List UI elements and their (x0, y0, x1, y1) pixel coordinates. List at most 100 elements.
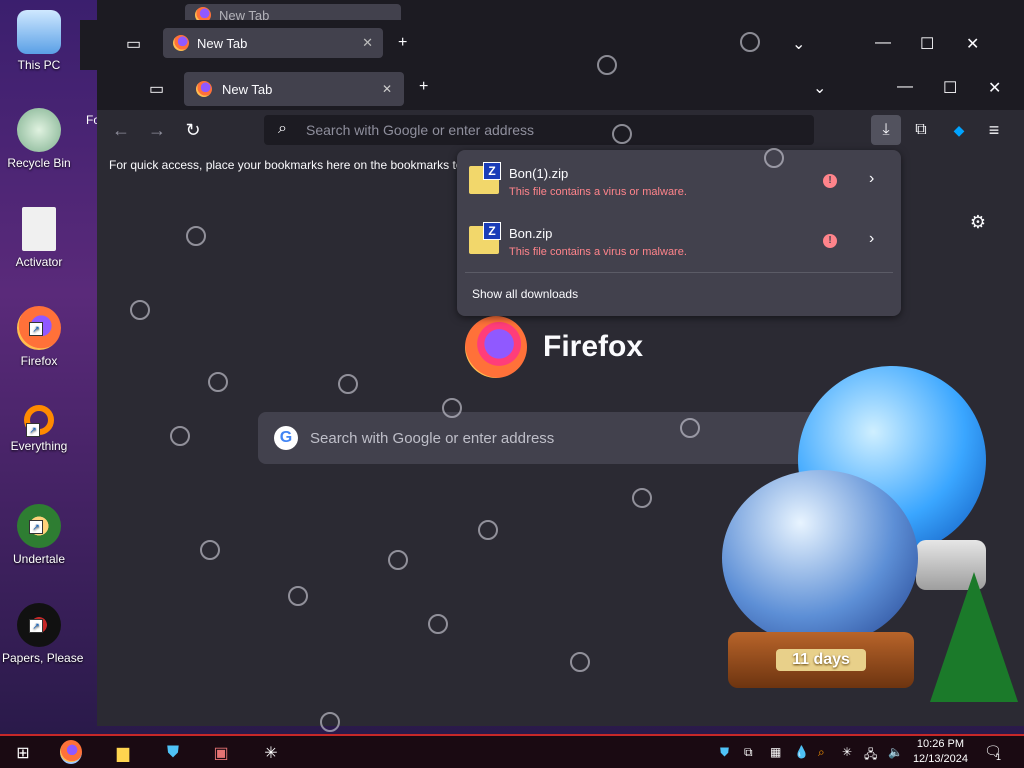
snowflake-icon (570, 652, 590, 672)
downloads-button[interactable]: ⤓ (871, 115, 901, 145)
snowflake-icon (428, 614, 448, 634)
notification-count: 1 (996, 752, 1002, 762)
magnifier-icon: ↗ (24, 405, 54, 437)
forward-button[interactable]: → (145, 118, 169, 142)
download-status: This file contains a virus or malware. (509, 246, 687, 258)
background-window-mid: ▭ New Tab ✕ + ⌄ — ☐ ✕ (80, 20, 1024, 70)
bookmarks-hint: For quick access, place your bookmarks h… (109, 158, 463, 172)
snowflake-icon (478, 520, 498, 540)
new-tab-icon[interactable]: + (398, 34, 407, 52)
maximize-icon[interactable]: ☐ (920, 34, 934, 54)
tray-search-icon[interactable]: ⌕ (818, 745, 825, 760)
chevron-right-icon[interactable]: › (869, 230, 874, 248)
app-icon[interactable]: ▣ (208, 740, 234, 766)
windows-start-icon[interactable]: ⊞ (10, 740, 36, 766)
download-status: This file contains a virus or malware. (509, 186, 687, 198)
snowflake-icon (130, 300, 150, 320)
sparkle-icon[interactable]: ✳ (258, 740, 284, 766)
shield-icon[interactable]: ⛊ (160, 740, 186, 766)
minimize-icon[interactable]: — (875, 34, 891, 52)
snowflake-icon (740, 32, 760, 52)
tray-drop-icon[interactable]: 💧 (794, 745, 809, 759)
clock-time: 10:26 PM (916, 738, 965, 750)
tab-overview-icon[interactable]: ▭ (149, 79, 164, 99)
desktop-icon-undertale[interactable]: ↗ Undertale (2, 500, 76, 566)
zip-file-icon: Z (469, 222, 501, 254)
globe-base: 11 days (728, 632, 914, 688)
christmas-tree-icon (930, 572, 1018, 702)
menu-icon[interactable]: ≡ (982, 118, 1006, 142)
desktop-icon-label: Undertale (12, 552, 66, 566)
shortcut-arrow-icon: ↗ (29, 520, 43, 534)
tab-strip: ▭ New Tab ✕ + ⌄ — ☐ ✕ (97, 68, 1024, 110)
tray-app-icon[interactable]: ▦ (770, 745, 781, 759)
firefox-taskbar-icon[interactable] (60, 740, 82, 764)
snowflake-icon (338, 374, 358, 394)
snowflake-icon (320, 712, 340, 732)
desktop-icon-papers-please[interactable]: ↗ Papers, Please (2, 599, 83, 665)
close-icon[interactable]: ✕ (988, 78, 1001, 98)
clock[interactable]: 10:26 PM 12/13/2024 (913, 737, 968, 767)
file-explorer-icon[interactable]: ▆ (110, 740, 136, 766)
url-bar-placeholder: Search with Google or enter address (306, 122, 535, 138)
extensions-icon[interactable]: ⧉ (909, 118, 933, 142)
small-snow-globe (722, 470, 918, 646)
clock-date: 12/13/2024 (912, 753, 968, 765)
taskbar: ⊞ ▆ ⛊ ▣ ✳ ⛊ ⧉ ▦ 💧 ⌕ ✳ 🖧 🔈 10:26 PM 12/13… (0, 734, 1024, 768)
maximize-icon[interactable]: ☐ (943, 78, 957, 98)
snowflake-icon (186, 226, 206, 246)
tab-label: New Tab (222, 81, 273, 97)
page-search-input[interactable]: G Search with Google or enter address (258, 412, 818, 464)
url-bar[interactable]: ⌕ Search with Google or enter address (264, 115, 814, 145)
google-icon: G (274, 426, 298, 450)
zip-badge: Z (483, 162, 501, 180)
tray-window-icon[interactable]: ⧉ (744, 745, 753, 760)
desktop-icon-this-pc[interactable]: This PC (2, 6, 76, 72)
tray-sparkle-icon[interactable]: ✳ (842, 745, 852, 759)
zip-file-icon: Z (469, 162, 501, 194)
snowflake-icon (612, 124, 632, 144)
firefox-wordmark: Firefox (543, 330, 644, 363)
gear-icon[interactable]: ⚙ (970, 212, 986, 233)
close-tab-icon[interactable]: ✕ (362, 35, 373, 51)
list-all-tabs-icon[interactable]: ⌄ (813, 78, 826, 98)
background-tab[interactable]: New Tab ✕ (163, 28, 383, 58)
volume-icon[interactable]: 🔈 (888, 745, 903, 759)
download-item[interactable]: Z Bon.zip This file contains a virus or … (465, 216, 893, 272)
download-item[interactable]: Z Bon(1).zip This file contains a virus … (465, 156, 893, 212)
desktop-icon-firefox[interactable]: ↗ Firefox (2, 302, 76, 368)
firefox-tab-icon (173, 35, 189, 51)
countdown-label: 11 days (776, 649, 866, 671)
tab-overview-icon[interactable]: ▭ (126, 34, 141, 54)
snowflake-icon (442, 398, 462, 418)
desktop-icon-recycle-bin[interactable]: Recycle Bin (2, 104, 76, 170)
desktop-icon-label: This PC (17, 58, 61, 72)
new-tab-icon[interactable]: + (419, 78, 428, 96)
zip-badge: Z (483, 222, 501, 240)
snowflake-icon (170, 426, 190, 446)
back-button[interactable]: ← (109, 118, 133, 142)
reload-button[interactable]: ↻ (181, 118, 205, 142)
tab-new-tab[interactable]: New Tab ✕ (184, 72, 404, 106)
desktop-icon-activator[interactable]: Activator (2, 203, 76, 269)
chevron-right-icon[interactable]: › (869, 170, 874, 188)
background-tab-label: New Tab (197, 35, 248, 51)
close-icon[interactable]: ✕ (966, 34, 979, 54)
tray-shield-icon[interactable]: ⛊ (720, 745, 729, 760)
page-search-placeholder: Search with Google or enter address (310, 429, 555, 447)
snowflake-icon (200, 540, 220, 560)
show-all-downloads-button[interactable]: Show all downloads (472, 287, 578, 301)
vpn-extension-icon[interactable]: ◆ (947, 118, 971, 142)
warning-icon: ! (823, 174, 837, 188)
warning-icon: ! (823, 234, 837, 248)
firefox-logo-icon (465, 316, 527, 378)
shortcut-arrow-icon: ↗ (29, 619, 43, 633)
desktop-icon-everything[interactable]: ↗ Everything (2, 401, 76, 453)
minimize-icon[interactable]: — (897, 78, 913, 96)
network-icon[interactable]: 🖧 (864, 745, 877, 766)
divider (465, 272, 893, 273)
papers-please-icon: ↗ (17, 603, 61, 647)
desktop-icon-label: Firefox (20, 354, 58, 368)
close-tab-icon[interactable]: ✕ (382, 82, 392, 96)
chevron-down-icon[interactable]: ⌄ (792, 34, 805, 54)
